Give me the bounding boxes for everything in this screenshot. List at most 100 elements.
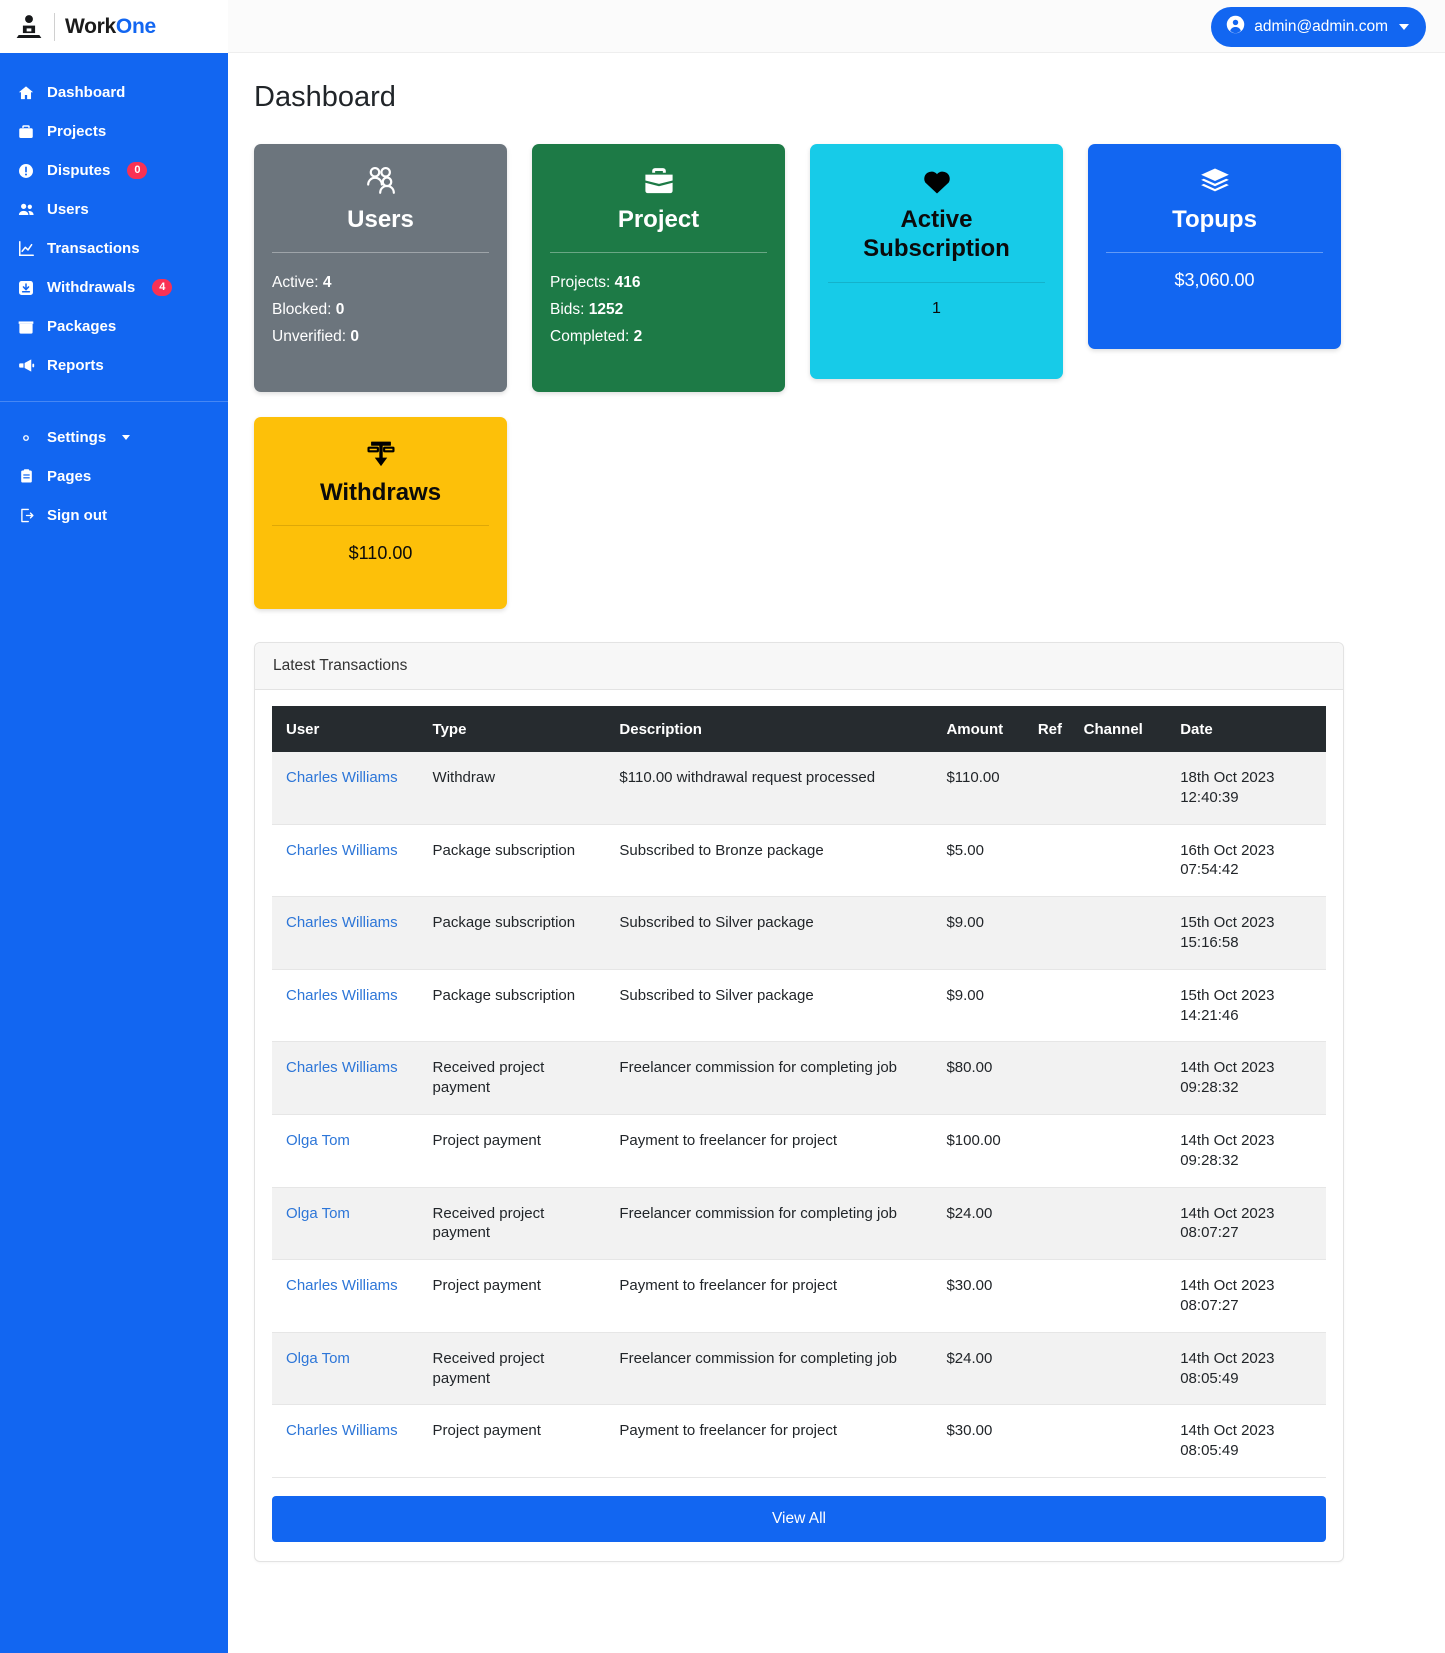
app-root: WorkOne Dashboard Projects Disputes 0 Us… <box>0 0 1445 1653</box>
sidebar-item-label: Withdrawals <box>47 279 136 296</box>
column-header-ref[interactable]: Ref <box>1027 706 1074 752</box>
user-link[interactable]: Olga Tom <box>286 1132 350 1149</box>
cell-amount: $80.00 <box>936 1041 1028 1115</box>
cell-description: Subscribed to Silver package <box>609 896 937 970</box>
sidebar-item-dashboard[interactable]: Dashboard <box>0 73 228 112</box>
brand-name-second: One <box>115 14 156 38</box>
cell-type: Package subscription <box>422 896 610 970</box>
cell-date: 16th Oct 2023 07:54:42 <box>1170 824 1326 898</box>
cell-type: Project payment <box>422 1404 610 1478</box>
date-value: 14th Oct 2023 <box>1180 1204 1275 1222</box>
sidebar-item-sign-out[interactable]: Sign out <box>0 496 228 535</box>
cell-amount: $5.00 <box>936 824 1028 898</box>
stat-line: Projects: 416 <box>550 270 767 297</box>
download-box-icon <box>16 278 36 298</box>
stat-line: Completed: 2 <box>550 324 767 351</box>
table-row: Charles Williams Withdraw $110.00 withdr… <box>272 752 1326 825</box>
cell-user: Olga Tom <box>272 1114 423 1188</box>
cell-user: Charles Williams <box>272 824 423 898</box>
stat-card-project[interactable]: Project Projects: 416 Bids: 1252 Complet… <box>532 144 785 392</box>
cell-channel <box>1073 1114 1171 1188</box>
cell-channel <box>1073 1041 1171 1115</box>
user-menu-button[interactable]: admin@admin.com <box>1211 7 1426 47</box>
sidebar-item-settings[interactable]: Settings <box>0 418 228 457</box>
chevron-down-icon <box>122 435 131 440</box>
user-link[interactable]: Charles Williams <box>286 987 398 1004</box>
sidebar-item-users[interactable]: Users <box>0 190 228 229</box>
brand-divider <box>54 12 55 41</box>
sidebar-item-label: Settings <box>47 429 107 446</box>
cell-type: Withdraw <box>422 752 610 825</box>
users-group-icon <box>272 164 489 198</box>
time-value: 08:07:27 <box>1180 1296 1239 1314</box>
brand-logo-area[interactable]: WorkOne <box>0 0 228 53</box>
column-header-amount[interactable]: Amount <box>936 706 1028 752</box>
home-icon <box>16 83 36 103</box>
stat-line: Bids: 1252 <box>550 297 767 324</box>
user-link[interactable]: Charles Williams <box>286 1277 398 1294</box>
sidebar-badge-withdrawals: 4 <box>152 279 173 296</box>
cell-user: Charles Williams <box>272 752 423 825</box>
user-link[interactable]: Olga Tom <box>286 1350 350 1367</box>
user-link[interactable]: Charles Williams <box>286 1059 398 1076</box>
user-link[interactable]: Olga Tom <box>286 1205 350 1222</box>
column-header-description[interactable]: Description <box>609 706 937 752</box>
stat-card-active-subscription[interactable]: Active Subscription 1 <box>810 144 1063 379</box>
stat-line-label: Completed: <box>550 327 630 345</box>
table-row: Charles Williams Project payment Payment… <box>272 1259 1326 1333</box>
cell-ref <box>1027 1332 1074 1406</box>
cell-date: 14th Oct 2023 09:28:32 <box>1170 1041 1326 1115</box>
stat-line-value: 0 <box>335 300 345 318</box>
sidebar-item-reports[interactable]: Reports <box>0 346 228 385</box>
stat-card-withdraws[interactable]: Withdraws $110.00 <box>254 417 507 609</box>
cell-ref <box>1027 896 1074 970</box>
time-value: 14:21:46 <box>1180 1006 1239 1024</box>
column-header-date[interactable]: Date <box>1170 706 1326 752</box>
sidebar-item-withdrawals[interactable]: Withdrawals 4 <box>0 268 228 307</box>
users-icon <box>16 200 36 220</box>
time-value: 09:28:32 <box>1180 1151 1239 1169</box>
stat-cards: Users Active: 4 Blocked: 0 Unverified: 0 <box>254 144 1417 609</box>
sidebar-item-label: Users <box>47 201 89 218</box>
sidebar-item-transactions[interactable]: Transactions <box>0 229 228 268</box>
date-value: 14th Oct 2023 <box>1180 1277 1275 1295</box>
stat-card-users[interactable]: Users Active: 4 Blocked: 0 Unverified: 0 <box>254 144 507 392</box>
cell-channel <box>1073 969 1171 1043</box>
column-header-channel[interactable]: Channel <box>1073 706 1171 752</box>
cell-description: Payment to freelancer for project <box>609 1114 937 1188</box>
cell-date: 15th Oct 2023 15:16:58 <box>1170 896 1326 970</box>
view-all-button[interactable]: View All <box>272 1495 1326 1542</box>
time-value: 15:16:58 <box>1180 933 1239 951</box>
user-email-label: admin@admin.com <box>1254 18 1388 35</box>
sidebar-item-packages[interactable]: Packages <box>0 307 228 346</box>
sidebar-item-disputes[interactable]: Disputes 0 <box>0 151 228 190</box>
stat-card-value: $3,060.00 <box>1174 270 1255 291</box>
cell-user: Olga Tom <box>272 1332 423 1406</box>
column-header-user[interactable]: User <box>272 706 423 752</box>
user-link[interactable]: Charles Williams <box>286 842 398 859</box>
card-divider <box>272 525 489 527</box>
topbar: admin@admin.com <box>228 0 1445 53</box>
stat-line-label: Bids: <box>550 300 585 318</box>
cell-type: Project payment <box>422 1114 610 1188</box>
user-link[interactable]: Charles Williams <box>286 914 398 931</box>
table-header-row: User Type Description Amount Ref Channel… <box>272 706 1326 752</box>
stat-line: Blocked: 0 <box>272 297 489 324</box>
cell-ref <box>1027 824 1074 898</box>
stat-card-topups[interactable]: Topups $3,060.00 <box>1088 144 1341 349</box>
cell-user: Charles Williams <box>272 1259 423 1333</box>
stat-line: Unverified: 0 <box>272 324 489 351</box>
sidebar-item-projects[interactable]: Projects <box>0 112 228 151</box>
stat-line-label: Active: <box>272 274 319 292</box>
column-header-type[interactable]: Type <box>422 706 610 752</box>
table-row: Charles Williams Package subscription Su… <box>272 969 1326 1043</box>
cell-amount: $30.00 <box>936 1259 1028 1333</box>
card-divider <box>272 252 489 254</box>
cell-ref <box>1027 969 1074 1043</box>
cell-amount: $110.00 <box>936 752 1028 825</box>
sidebar-item-pages[interactable]: Pages <box>0 457 228 496</box>
user-link[interactable]: Charles Williams <box>286 769 398 786</box>
cell-type: Package subscription <box>422 824 610 898</box>
user-link[interactable]: Charles Williams <box>286 1422 398 1439</box>
stat-line-value: 4 <box>322 274 332 292</box>
